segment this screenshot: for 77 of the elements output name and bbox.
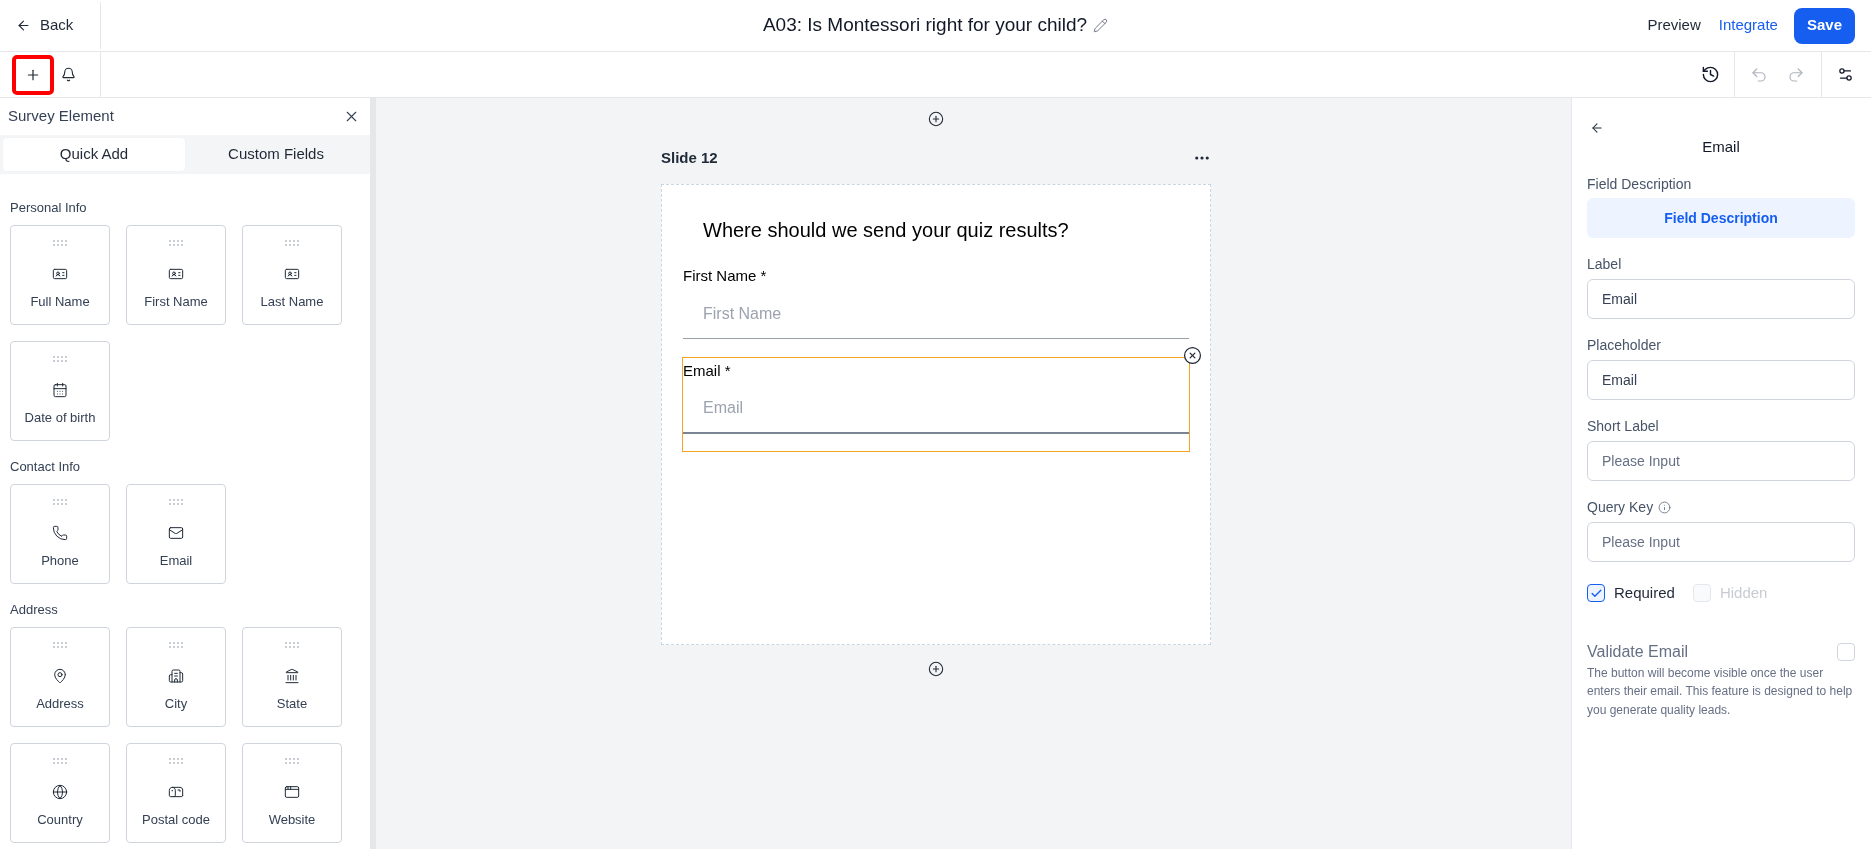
sliders-icon[interactable] — [1837, 66, 1854, 83]
checkbox-label[interactable]: Required — [1614, 582, 1675, 605]
panel-title: Email — [1701, 137, 1741, 157]
drag-handle-icon[interactable] — [169, 499, 183, 505]
scrollbar[interactable] — [370, 98, 376, 849]
slide-heading: Where should we send your quiz results? — [702, 218, 1070, 242]
selected-field-frame[interactable]: Email * Email — [682, 357, 1190, 452]
id-card-icon — [52, 266, 68, 282]
slide-title: Slide 12 — [661, 147, 718, 168]
history-icon[interactable] — [1701, 65, 1720, 84]
drag-handle-icon[interactable] — [169, 240, 183, 246]
checkbox[interactable] — [1587, 584, 1605, 603]
id-card-icon — [168, 266, 184, 282]
section-heading: Personal Info — [10, 200, 88, 216]
validate-description: The button will become visible once the user enters their email. This feature is designed to help you generate quality leads. — [1587, 664, 1854, 719]
calendar-icon — [52, 382, 68, 398]
field-label: Field Description — [1587, 176, 1693, 192]
drag-handle-icon[interactable] — [53, 758, 67, 764]
text-input[interactable]: Email — [1587, 279, 1855, 319]
field-label: Label — [1587, 256, 1622, 272]
section-heading: Contact Info — [10, 459, 82, 475]
add-button[interactable] — [12, 54, 54, 95]
field-label: Email * — [683, 362, 732, 380]
element-tile-button[interactable]: Country — [10, 743, 110, 843]
pencil-icon[interactable] — [1093, 18, 1109, 33]
section-heading: Address — [10, 602, 59, 618]
element-tile-button[interactable]: Last Name — [242, 225, 342, 325]
drag-handle-icon[interactable] — [169, 642, 183, 648]
field-label: Query Key — [1587, 499, 1654, 515]
drag-handle-icon[interactable] — [53, 499, 67, 505]
landmark-icon — [284, 668, 300, 684]
phone-icon — [52, 525, 68, 541]
map-pin-icon — [52, 668, 68, 684]
text-input[interactable]: Email — [1587, 360, 1855, 400]
tab[interactable]: Custom Fields — [185, 138, 367, 171]
drag-handle-icon[interactable] — [53, 642, 67, 648]
bell-icon[interactable] — [61, 67, 76, 82]
mail-icon — [168, 525, 184, 541]
save-button[interactable]: Save — [1793, 7, 1855, 44]
browser-window-icon — [284, 784, 300, 800]
drag-handle-icon[interactable] — [285, 758, 299, 764]
buildings-icon — [168, 668, 184, 684]
integrate-link[interactable]: Integrate — [1716, 14, 1780, 37]
id-card-icon — [284, 266, 300, 282]
element-tile-button[interactable]: First Name — [126, 225, 226, 325]
field-description-button[interactable]: Field Description — [1587, 198, 1855, 238]
element-tile-button[interactable]: Date of birth — [10, 341, 110, 441]
field-label: Short Label — [1587, 418, 1659, 434]
panel-title: Survey Element — [8, 106, 114, 127]
element-tile-button[interactable]: City — [126, 627, 226, 727]
preview-button[interactable]: Preview — [1645, 14, 1703, 37]
drag-handle-icon[interactable] — [285, 240, 299, 246]
field-label: First Name * — [683, 267, 768, 285]
element-tile-button[interactable]: State — [242, 627, 342, 727]
add-circle-icon[interactable] — [928, 661, 944, 677]
element-tile-button[interactable]: Full Name — [10, 225, 110, 325]
text-input[interactable]: Email — [683, 384, 1189, 434]
tab[interactable]: Quick Add — [3, 138, 185, 171]
add-circle-icon[interactable] — [928, 111, 944, 127]
info-icon[interactable] — [1658, 500, 1672, 514]
field-label: Placeholder — [1587, 337, 1661, 353]
element-tile-button[interactable]: Email — [126, 484, 226, 584]
drag-handle-icon[interactable] — [285, 642, 299, 648]
drag-handle-icon[interactable] — [53, 356, 67, 362]
element-tile-button[interactable]: Postal code — [126, 743, 226, 843]
text-input[interactable]: First Name — [683, 289, 1189, 339]
drag-handle-icon[interactable] — [169, 758, 183, 764]
drag-handle-icon[interactable] — [53, 240, 67, 246]
element-tile-button[interactable]: Address — [10, 627, 110, 727]
element-tile-button[interactable]: Website — [242, 743, 342, 843]
element-tile-button[interactable]: Phone — [10, 484, 110, 584]
back-button[interactable]: Back — [14, 10, 76, 41]
remove-icon[interactable] — [1183, 346, 1202, 365]
validate-label: Validate Email — [1587, 641, 1689, 662]
mailbox-icon — [168, 784, 184, 800]
globe-icon — [52, 784, 68, 800]
page-title: A03: Is Montessori right for your child? — [762, 13, 1088, 38]
